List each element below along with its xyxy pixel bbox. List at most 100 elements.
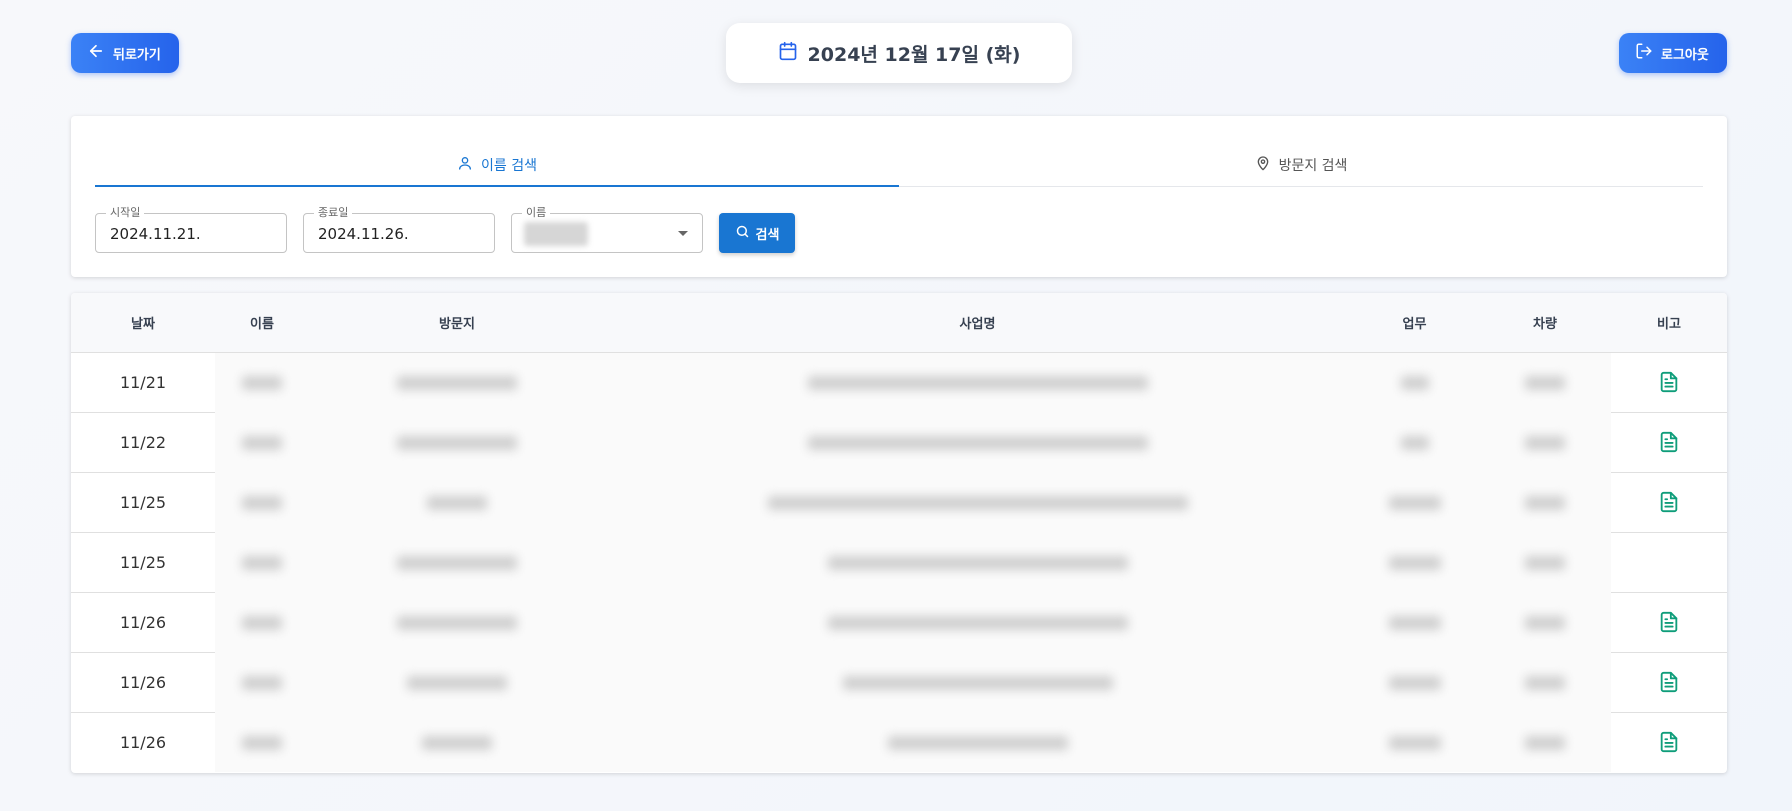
document-icon[interactable]	[1658, 491, 1680, 513]
row-note[interactable]	[1611, 712, 1727, 772]
row-note[interactable]	[1611, 412, 1727, 473]
start-date-label: 시작일	[106, 207, 145, 219]
logout-button[interactable]: 로그아웃	[1619, 33, 1727, 73]
row-vehicle-redacted	[1479, 472, 1611, 532]
row-date: 11/26	[119, 732, 167, 752]
row-place-redacted	[309, 712, 605, 772]
search-panel: 이름 검색 방문지 검색 시작일 2024.11.21. 종료일 2024.11…	[71, 116, 1727, 277]
tab-name-search-label: 이름 검색	[481, 158, 537, 174]
row-place-redacted	[309, 652, 605, 712]
table-row[interactable]: 11/26	[71, 592, 1727, 653]
name-select-label: 이름	[522, 207, 551, 219]
tab-place-search-label: 방문지 검색	[1278, 158, 1348, 174]
row-vehicle-redacted	[1479, 712, 1611, 772]
start-date-value: 2024.11.21.	[110, 225, 201, 243]
search-tabs: 이름 검색 방문지 검색	[95, 144, 1703, 187]
row-task-redacted	[1350, 412, 1479, 472]
row-name-redacted	[215, 652, 309, 712]
table-row[interactable]: 11/25	[71, 472, 1727, 533]
document-icon[interactable]	[1658, 671, 1680, 693]
row-note[interactable]	[1611, 592, 1727, 653]
current-date-card: 2024년 12월 17일 (화)	[726, 23, 1072, 83]
logout-button-label: 로그아웃	[1661, 47, 1709, 63]
row-project-redacted	[605, 352, 1350, 412]
table-body: 11/21 11/22 11/25 11/25 11/26 11/26 11/26	[71, 352, 1727, 772]
row-place-redacted	[309, 592, 605, 652]
row-name-redacted	[215, 352, 309, 412]
document-icon[interactable]	[1658, 611, 1680, 633]
column-header-place: 방문지	[309, 293, 605, 353]
name-select-value-redacted	[524, 222, 588, 246]
tab-name-search[interactable]: 이름 검색	[95, 144, 899, 187]
column-header-task: 업무	[1350, 293, 1479, 353]
current-date: 2024년 12월 17일 (화)	[807, 43, 1021, 66]
row-project-redacted	[605, 712, 1350, 772]
row-date: 11/21	[71, 352, 215, 413]
search-button[interactable]: 검색	[719, 213, 795, 253]
row-vehicle-redacted	[1479, 652, 1611, 712]
row-vehicle-redacted	[1479, 592, 1611, 652]
end-date-label: 종료일	[314, 207, 353, 219]
row-task-redacted	[1350, 712, 1479, 772]
end-date-field[interactable]: 종료일 2024.11.26.	[303, 207, 495, 253]
table-header-row: 날짜 이름 방문지 사업명 업무 차량 비고	[71, 293, 1727, 353]
row-note[interactable]	[1611, 472, 1727, 533]
row-date: 11/26	[71, 592, 215, 653]
map-pin-icon	[1255, 155, 1271, 175]
name-select[interactable]: 이름	[511, 207, 703, 253]
row-name-redacted	[215, 592, 309, 652]
calendar-icon	[778, 41, 798, 65]
row-name-redacted	[215, 712, 309, 772]
search-icon	[735, 224, 750, 243]
row-task-redacted	[1350, 652, 1479, 712]
row-task-redacted	[1350, 352, 1479, 412]
row-note[interactable]	[1611, 352, 1727, 413]
end-date-value: 2024.11.26.	[318, 225, 409, 243]
row-task-redacted	[1350, 592, 1479, 652]
row-project-redacted	[605, 652, 1350, 712]
logout-icon	[1635, 42, 1653, 64]
table-row[interactable]: 11/25	[71, 532, 1727, 593]
row-note	[1611, 532, 1727, 593]
results-table: 날짜 이름 방문지 사업명 업무 차량 비고 11/21 11/22 11/25 11…	[71, 293, 1727, 773]
chevron-down-icon	[678, 231, 688, 236]
back-button-label: 뒤로가기	[113, 47, 161, 63]
column-header-project: 사업명	[605, 293, 1350, 353]
row-place-redacted	[309, 352, 605, 412]
document-icon[interactable]	[1658, 732, 1680, 753]
row-vehicle-redacted	[1479, 412, 1611, 472]
row-vehicle-redacted	[1479, 532, 1611, 592]
column-header-name: 이름	[215, 293, 309, 353]
row-vehicle-redacted	[1479, 352, 1611, 412]
table-row[interactable]: 11/21	[71, 352, 1727, 413]
row-project-redacted	[605, 472, 1350, 532]
column-header-vehicle: 차량	[1479, 293, 1611, 353]
table-row[interactable]: 11/26	[71, 712, 1727, 772]
row-name-redacted	[215, 412, 309, 472]
row-date: 11/26	[71, 652, 215, 713]
row-project-redacted	[605, 532, 1350, 592]
row-place-redacted	[309, 412, 605, 472]
tab-place-search[interactable]: 방문지 검색	[899, 144, 1703, 186]
row-note[interactable]	[1611, 652, 1727, 713]
table-row[interactable]: 11/22	[71, 412, 1727, 473]
row-task-redacted	[1350, 472, 1479, 532]
row-task-redacted	[1350, 532, 1479, 592]
document-icon[interactable]	[1658, 431, 1680, 453]
arrow-left-icon	[87, 42, 105, 64]
row-date: 11/25	[71, 472, 215, 533]
user-icon	[457, 155, 473, 175]
column-header-date: 날짜	[71, 293, 215, 353]
back-button[interactable]: 뒤로가기	[71, 33, 179, 73]
start-date-field[interactable]: 시작일 2024.11.21.	[95, 207, 287, 253]
row-date: 11/25	[71, 532, 215, 593]
row-name-redacted	[215, 472, 309, 532]
row-project-redacted	[605, 412, 1350, 472]
document-icon[interactable]	[1658, 371, 1680, 393]
row-place-redacted	[309, 472, 605, 532]
table-row[interactable]: 11/26	[71, 652, 1727, 713]
row-project-redacted	[605, 592, 1350, 652]
row-date: 11/22	[71, 412, 215, 473]
row-place-redacted	[309, 532, 605, 592]
column-header-note: 비고	[1611, 293, 1727, 353]
